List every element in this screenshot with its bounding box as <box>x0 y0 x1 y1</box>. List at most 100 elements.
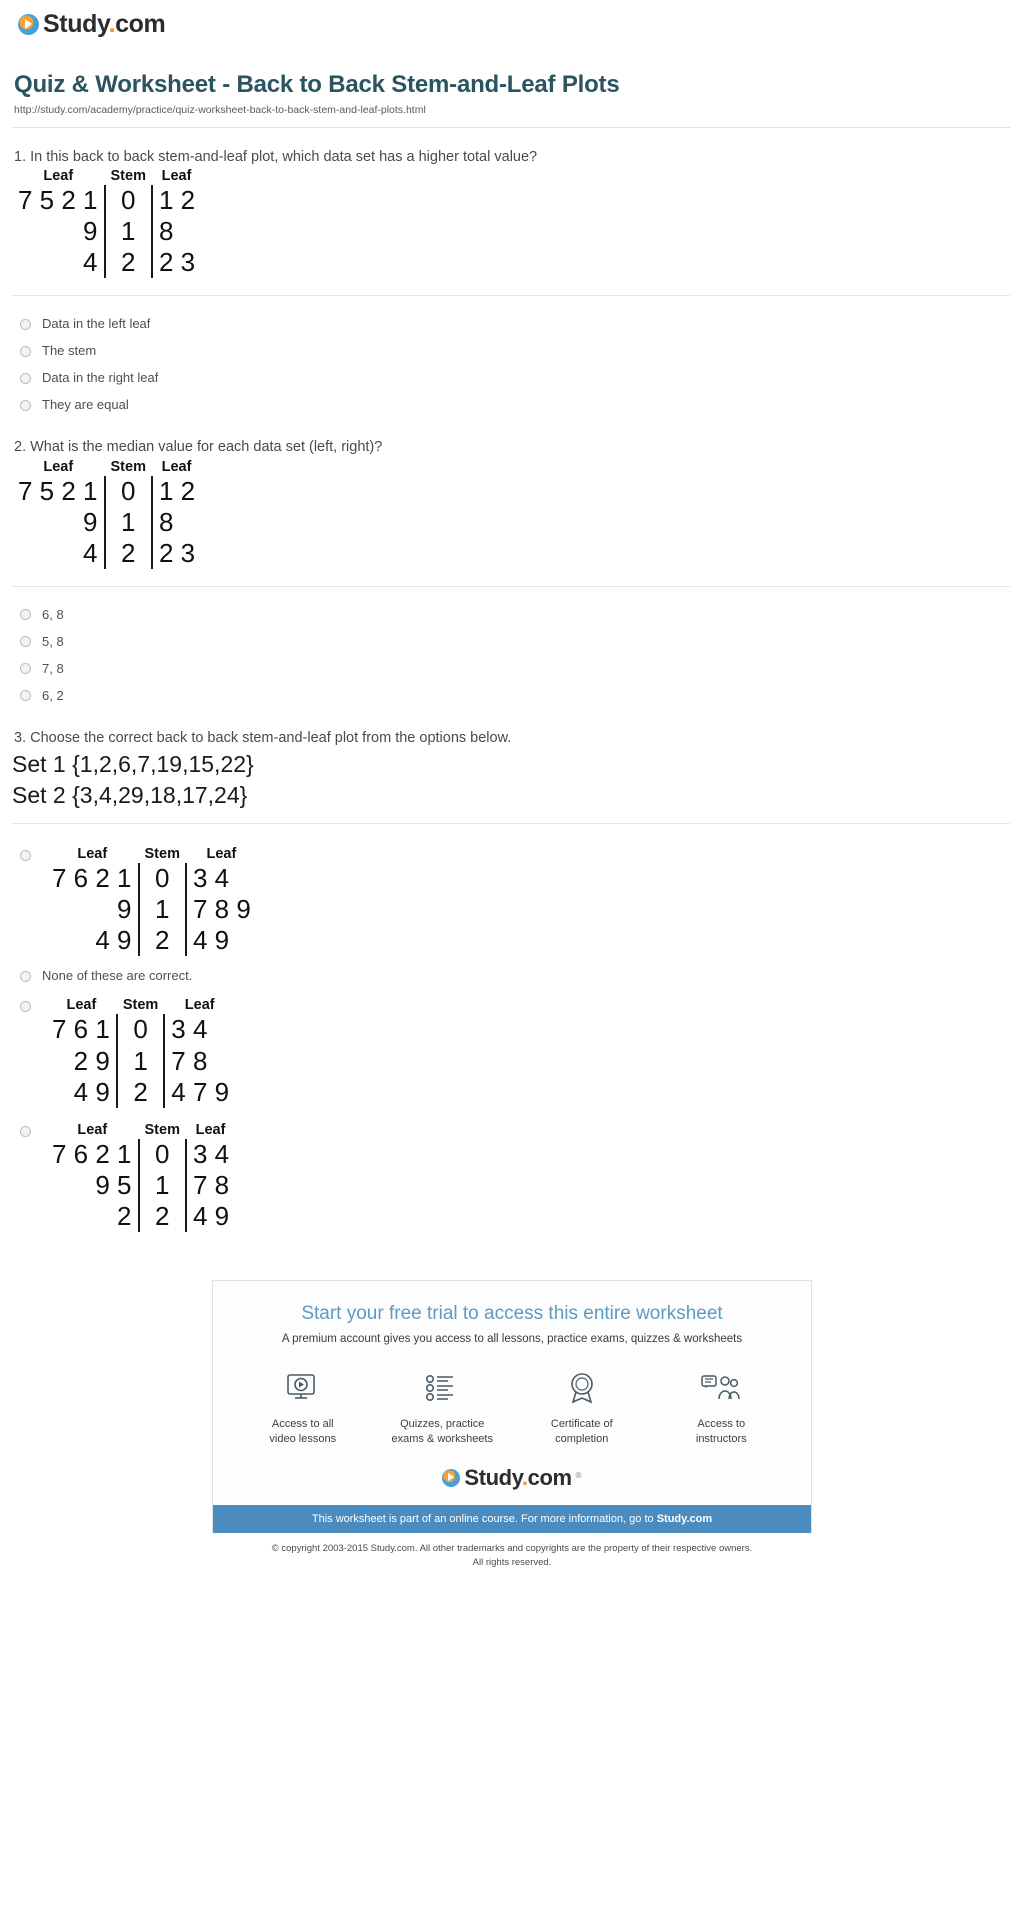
answer-options: Data in the left leaf The stem Data in the… <box>12 296 1012 418</box>
radio-button[interactable] <box>20 636 31 648</box>
option-label: They are equal <box>42 397 129 413</box>
leaf-right-cell: 3 4 <box>192 863 230 894</box>
answer-option[interactable]: 6, 8 <box>20 601 1012 628</box>
plot-row: 918 <box>12 506 201 538</box>
play-circle-icon <box>442 1468 461 1487</box>
radio-button[interactable] <box>20 399 31 411</box>
video-lessons-icon <box>238 1367 368 1409</box>
stem-cell: 1 <box>137 1169 187 1201</box>
leaf-left-header: Leaf <box>43 458 74 475</box>
answer-option[interactable]: Leaf Stem Leaf 7 6 2 103 4917 8 94 924 9 <box>20 838 1012 962</box>
radio-button[interactable] <box>20 609 31 621</box>
radio-button[interactable] <box>20 318 31 330</box>
copyright-line-1: © copyright 2003-2015 Study.com. All oth… <box>271 1542 753 1554</box>
leaf-right-cell: 7 8 <box>192 1169 230 1200</box>
promo-feature: Access to all video lessons <box>238 1367 368 1447</box>
radio-button[interactable] <box>20 345 31 357</box>
radio-button[interactable] <box>20 1001 31 1013</box>
promo-feature: Certificate of completion <box>517 1367 647 1447</box>
data-sets: Set 1 {1,2,6,7,19,15,22} Set 2 {3,4,29,18… <box>12 749 1012 811</box>
answer-option[interactable]: 7, 8 <box>20 655 1012 682</box>
stem-cell: 1 <box>103 506 153 538</box>
radio-button[interactable] <box>20 690 31 702</box>
plot-row: 422 3 <box>12 537 201 569</box>
stem-cell: 2 <box>103 247 153 279</box>
answer-option[interactable]: Data in the right leaf <box>20 364 1012 391</box>
leaf-left-cell: 7 6 2 1 <box>52 1138 132 1169</box>
answer-option[interactable]: Data in the left leaf <box>20 310 1012 337</box>
answer-option[interactable]: Leaf Stem Leaf 7 6 2 103 49 517 8224 9 <box>20 1114 1012 1238</box>
promo-cta-bar[interactable]: This worksheet is part of an online cour… <box>213 1504 811 1533</box>
stem-cell: 1 <box>115 1045 166 1077</box>
leaf-left-cell: 9 <box>83 506 98 537</box>
copyright-line-2: All rights reserved. <box>472 1556 552 1568</box>
plot-row: 7 6 2 103 4 <box>46 1138 235 1170</box>
question-text: 1. In this back to back stem-and-leaf pl… <box>14 149 538 165</box>
leaf-left-cell: 7 5 2 1 <box>18 185 98 216</box>
brand-dot: . <box>108 10 116 38</box>
leaf-left-header: Leaf <box>77 1121 108 1138</box>
leaf-right-cell: 1 2 <box>158 475 196 506</box>
radio-button[interactable] <box>20 663 31 675</box>
question-text: 3. Choose the correct back to back stem-… <box>14 729 512 746</box>
promo-bar-link[interactable]: Study.com <box>657 1513 712 1525</box>
data-set-line: Set 2 {3,4,29,18,17,24} <box>12 782 248 809</box>
leaf-right-cell: 1 2 <box>158 185 196 216</box>
promo-feature-label: Access to all video lessons <box>269 1418 337 1445</box>
answer-option[interactable]: Leaf Stem Leaf 7 6 103 42 917 84 924 7 9 <box>20 989 1012 1113</box>
title-block: Quiz & Worksheet - Back to Back Stem-and… <box>0 37 1024 116</box>
plot-row: 2 917 8 <box>46 1045 235 1077</box>
option-label: Data in the left leaf <box>42 316 151 332</box>
plot-row: 9 517 8 <box>46 1169 235 1201</box>
stem-cell: 0 <box>137 863 187 895</box>
answer-options: Leaf Stem Leaf 7 6 2 103 4917 8 94 924 9 Non… <box>12 824 1012 1238</box>
question-text: 2. What is the median value for each dat… <box>14 439 383 456</box>
answer-option[interactable]: 5, 8 <box>20 628 1012 655</box>
leaf-left-cell: 7 6 1 <box>52 1014 110 1045</box>
stem-cell: 2 <box>137 1201 187 1233</box>
promo-title: Start your free trial to access this ent… <box>301 1303 723 1325</box>
leaf-left-header: Leaf <box>66 997 97 1014</box>
stem-header: Stem <box>122 997 159 1014</box>
leaf-right-header: Leaf <box>161 458 192 475</box>
promo-feature-label: Certificate of completion <box>550 1418 613 1445</box>
answer-option[interactable]: 6, 2 <box>20 682 1012 709</box>
option-label: 6, 2 <box>42 687 64 703</box>
radio-button[interactable] <box>20 372 31 384</box>
leaf-left-cell: 4 <box>83 247 98 278</box>
option-label: The stem <box>42 343 97 359</box>
radio-button[interactable] <box>20 850 31 862</box>
leaf-left-cell: 9 <box>117 894 132 925</box>
stem-header: Stem <box>110 458 146 475</box>
option-label: None of these are correct. <box>42 968 193 984</box>
stem-cell: 0 <box>103 185 153 217</box>
trademark-symbol: ® <box>575 1470 582 1480</box>
plot-row: 918 <box>12 216 201 248</box>
copyright-block: © copyright 2003-2015 Study.com. All oth… <box>0 1542 1024 1584</box>
leaf-right-cell: 8 <box>158 506 174 537</box>
play-circle-icon <box>18 14 39 35</box>
certificate-icon <box>517 1367 647 1409</box>
leaf-left-cell: 4 9 <box>95 925 132 956</box>
leaf-right-cell: 4 9 <box>192 925 230 956</box>
stem-and-leaf-plot: Leaf Stem Leaf 7 6 2 103 4917 8 94 924 9 <box>46 846 257 957</box>
radio-button[interactable] <box>20 1125 31 1137</box>
answer-option[interactable]: They are equal <box>20 391 1012 418</box>
leaf-left-cell: 4 <box>83 537 98 568</box>
question-1: 1. In this back to back stem-and-leaf pl… <box>0 128 1024 418</box>
option-label: 6, 8 <box>42 606 64 622</box>
leaf-right-cell: 2 3 <box>158 247 196 278</box>
radio-button[interactable] <box>20 970 31 982</box>
free-trial-card: Start your free trial to access this ent… <box>212 1280 812 1533</box>
leaf-left-cell: 2 <box>117 1201 132 1231</box>
question-3: 3. Choose the correct back to back stem-… <box>0 709 1024 1238</box>
answer-option[interactable]: The stem <box>20 337 1012 364</box>
stem-and-leaf-plot: Leaf Stem Leaf 7 6 103 42 917 84 924 7 9 <box>46 997 235 1108</box>
stem-cell: 1 <box>103 216 153 248</box>
data-set-line: Set 1 {1,2,6,7,19,15,22} <box>12 751 254 778</box>
answer-option[interactable]: None of these are correct. <box>20 962 1012 989</box>
promo-section: Start your free trial to access this ent… <box>0 1280 1024 1533</box>
plot-row: 7 5 2 101 2 <box>12 185 201 217</box>
plot-row: 4 924 9 <box>46 925 257 957</box>
study-com-logo[interactable]: Study.com <box>18 12 1024 37</box>
